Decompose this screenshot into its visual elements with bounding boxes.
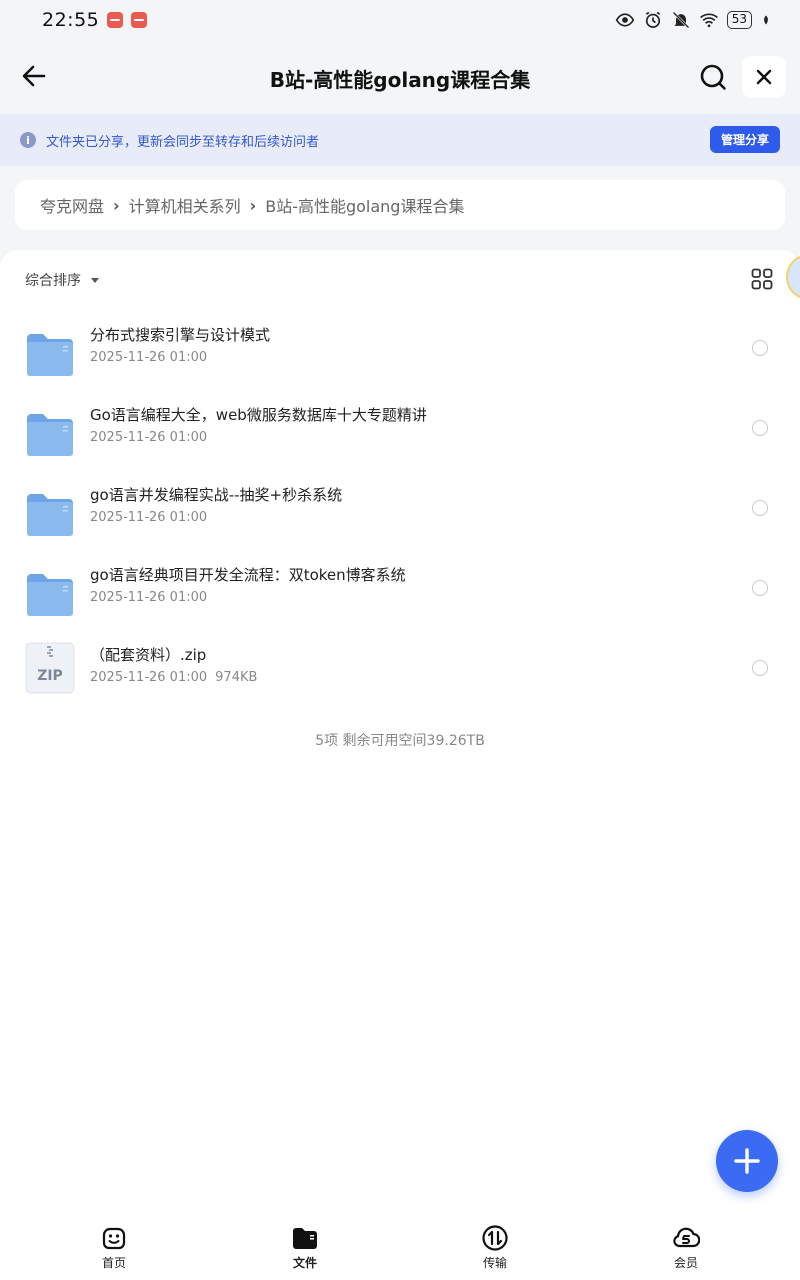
bell-muted-icon xyxy=(672,11,690,29)
nav-item-home[interactable]: 首页 xyxy=(84,1224,144,1271)
file-meta: 2025-11-26 01:00 xyxy=(90,430,207,445)
manage-share-button[interactable]: 管理分享 xyxy=(710,126,780,153)
file-date: 2025-11-26 01:00 xyxy=(90,670,208,685)
select-radio[interactable] xyxy=(752,660,768,676)
select-radio[interactable] xyxy=(752,340,768,356)
title-bar: B站-高性能golang课程合集 xyxy=(0,40,800,114)
folder-icon xyxy=(27,414,73,456)
floating-assistant-icon[interactable] xyxy=(786,255,800,299)
breadcrumb: 夸克网盘 › 计算机相关系列 › B站-高性能golang课程合集 xyxy=(15,180,785,230)
file-name: （配套资料）.zip xyxy=(90,646,207,664)
grid-view-icon[interactable] xyxy=(751,268,773,290)
file-name: Go语言编程大全，web微服务数据库十大专题精讲 xyxy=(90,406,427,424)
breadcrumb-item[interactable]: 夸克网盘 xyxy=(40,193,104,217)
folder-icon xyxy=(27,494,73,536)
breadcrumb-item[interactable]: 计算机相关系列 xyxy=(129,193,241,217)
file-meta: 2025-11-26 01:00 xyxy=(90,510,207,525)
list-item[interactable]: go语言经典项目开发全流程：双token博客系统 2025-11-26 01:0… xyxy=(0,560,800,640)
status-bar: 22:55 53 xyxy=(0,0,800,40)
file-list-panel: 综合排序 分布式搜索引擎与设计模式 2025-11-26 01:00 Go语言编… xyxy=(0,250,800,1280)
bottom-nav: 首页 文件 传输 会员 xyxy=(0,1210,800,1280)
select-radio[interactable] xyxy=(752,420,768,436)
nav-label: 传输 xyxy=(482,1256,507,1270)
sort-dropdown[interactable]: 综合排序 xyxy=(25,270,99,290)
file-name: 分布式搜索引擎与设计模式 xyxy=(90,326,271,344)
file-date: 2025-11-26 01:00 xyxy=(90,350,208,365)
file-meta: 2025-11-26 01:00 974KB xyxy=(90,670,257,685)
caret-down-icon xyxy=(91,277,99,283)
file-size: 974KB xyxy=(215,670,258,685)
search-icon[interactable] xyxy=(698,62,728,92)
nav-item-vip[interactable]: 会员 xyxy=(656,1224,716,1271)
plus-icon xyxy=(734,1148,760,1174)
vip-cloud-icon xyxy=(673,1227,700,1248)
folder-icon xyxy=(27,334,73,376)
add-button[interactable] xyxy=(716,1130,778,1192)
file-meta: 2025-11-26 01:00 xyxy=(90,350,207,365)
file-meta: 2025-11-26 01:00 xyxy=(90,590,207,605)
nav-item-files[interactable]: 文件 xyxy=(275,1224,335,1271)
folder-icon xyxy=(27,574,73,616)
list-item[interactable]: go语言并发编程实战--抽奖+秒杀系统 2025-11-26 01:00 xyxy=(0,480,800,560)
file-name: go语言并发编程实战--抽奖+秒杀系统 xyxy=(90,486,343,504)
zip-icon-label: ZIP xyxy=(37,668,63,684)
file-date: 2025-11-26 01:00 xyxy=(90,590,208,605)
share-banner: i 文件夹已分享，更新会同步至转存和后续访问者 管理分享 xyxy=(0,114,800,166)
list-item[interactable]: 分布式搜索引擎与设计模式 2025-11-26 01:00 xyxy=(0,320,800,400)
notification-app-icon xyxy=(107,12,124,28)
leaf-icon xyxy=(764,15,768,25)
close-icon xyxy=(756,69,772,85)
zip-file-icon: ZIP xyxy=(25,642,75,694)
nav-label: 文件 xyxy=(292,1256,317,1270)
share-banner-text: 文件夹已分享，更新会同步至转存和后续访问者 xyxy=(46,134,320,150)
info-icon: i xyxy=(20,132,36,148)
chevron-right-icon: › xyxy=(249,195,257,215)
select-radio[interactable] xyxy=(752,500,768,516)
nav-label: 首页 xyxy=(101,1256,126,1270)
chevron-right-icon: › xyxy=(113,195,120,215)
list-item[interactable]: ZIP （配套资料）.zip 2025-11-26 01:00 974KB xyxy=(0,640,800,720)
select-radio[interactable] xyxy=(752,580,768,596)
list-item[interactable]: Go语言编程大全，web微服务数据库十大专题精讲 2025-11-26 01:0… xyxy=(0,400,800,480)
alarm-icon xyxy=(645,11,660,28)
file-name: go语言经典项目开发全流程：双token博客系统 xyxy=(90,566,406,584)
home-face-icon xyxy=(102,1227,126,1250)
battery-indicator: 53 xyxy=(726,11,752,29)
nav-label: 会员 xyxy=(673,1256,698,1270)
status-time: 22:55 xyxy=(42,9,100,31)
breadcrumb-item-current: B站-高性能golang课程合集 xyxy=(265,197,465,216)
eye-icon xyxy=(615,13,635,27)
page-title: B站-高性能golang课程合集 xyxy=(269,68,531,92)
file-date: 2025-11-26 01:00 xyxy=(90,510,208,525)
folder-summary: 5项 剩余可用空间39.26TB xyxy=(315,733,485,749)
close-button[interactable] xyxy=(742,56,786,98)
sort-label: 综合排序 xyxy=(25,273,81,289)
notification-app-icon xyxy=(131,12,148,28)
folder-icon xyxy=(293,1228,317,1249)
transfer-icon xyxy=(482,1225,508,1251)
nav-item-transfer[interactable]: 传输 xyxy=(465,1224,525,1271)
wifi-icon xyxy=(699,13,718,28)
file-date: 2025-11-26 01:00 xyxy=(90,430,208,445)
